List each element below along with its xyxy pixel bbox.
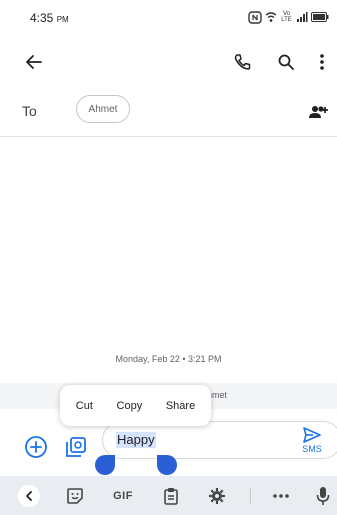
search-button[interactable] <box>270 46 302 78</box>
recipient-chip[interactable]: Ahmet <box>76 95 130 123</box>
phone-icon <box>234 54 251 70</box>
add-circle-icon <box>25 436 47 458</box>
settings-icon <box>209 488 225 504</box>
send-sms-button[interactable]: SMS <box>297 426 327 462</box>
send-sms-label: SMS <box>302 444 322 454</box>
call-button[interactable] <box>226 46 258 78</box>
back-button[interactable] <box>18 46 50 78</box>
more-options-button[interactable] <box>310 46 334 78</box>
gif-button[interactable]: GIF <box>108 483 138 509</box>
sticker-button[interactable] <box>62 483 88 509</box>
keyboard-settings-button[interactable] <box>204 483 230 509</box>
message-text[interactable]: Happy <box>116 432 156 448</box>
cut-menu-item[interactable]: Cut <box>76 400 93 412</box>
copy-menu-item[interactable]: Copy <box>117 400 143 412</box>
back-arrow-icon <box>26 55 42 69</box>
clipboard-button[interactable] <box>158 483 184 509</box>
attach-button[interactable] <box>20 431 52 463</box>
app-bar <box>0 40 337 84</box>
clipboard-icon <box>164 488 178 505</box>
recipient-row: To Ahmet <box>0 92 337 132</box>
battery-icon <box>311 12 329 22</box>
more-horiz-icon <box>273 494 289 498</box>
keyboard-collapse-button[interactable] <box>18 485 40 507</box>
header-divider <box>0 136 337 137</box>
toolbar-separator <box>250 488 251 504</box>
wifi-icon <box>265 12 277 22</box>
chevron-left-icon <box>26 491 32 501</box>
status-bar: 4:35 PM Vo LTE <box>0 0 337 34</box>
status-ampm: PM <box>56 15 69 24</box>
voice-input-button[interactable] <box>313 483 333 509</box>
add-people-button[interactable] <box>303 96 335 128</box>
gif-label: GIF <box>113 490 133 502</box>
signal-icon <box>297 12 308 22</box>
status-icons: Vo LTE <box>248 10 329 24</box>
sticker-icon <box>67 488 83 504</box>
status-time: 4:35 PM <box>30 11 69 25</box>
selection-end-handle[interactable] <box>157 455 177 475</box>
share-menu-item[interactable]: Share <box>166 400 195 412</box>
conversation-timestamp: Monday, Feb 22 • 3:21 PM <box>115 354 222 364</box>
nfc-icon <box>248 10 262 24</box>
text-selection-menu: Cut Copy Share <box>60 385 211 426</box>
gallery-button[interactable] <box>60 431 92 463</box>
gallery-icon <box>66 437 86 457</box>
more-vert-icon <box>320 54 324 70</box>
selection-start-handle[interactable] <box>95 455 115 475</box>
search-icon <box>278 54 294 70</box>
volte-indicator: Vo LTE <box>281 11 292 23</box>
to-label: To <box>22 103 37 119</box>
send-icon <box>303 427 321 443</box>
add-people-icon <box>309 106 328 118</box>
mic-icon <box>316 487 330 505</box>
more-keyboard-options-button[interactable] <box>268 483 294 509</box>
status-clock: 4:35 <box>30 11 54 25</box>
keyboard-toolbar: GIF <box>0 476 337 515</box>
